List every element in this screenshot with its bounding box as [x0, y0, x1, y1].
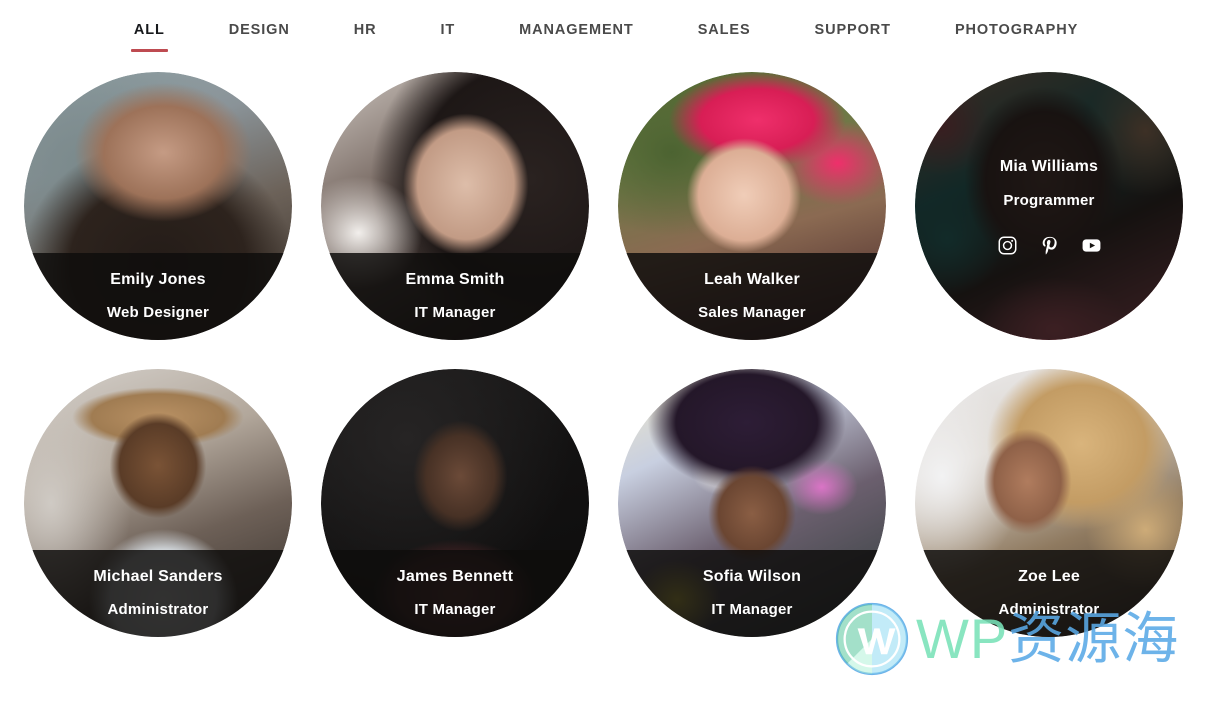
member-name: Michael Sanders	[93, 568, 223, 585]
member-name: Mia Williams	[999, 158, 1099, 175]
member-role: Web Designer	[106, 304, 210, 321]
member-name: Leah Walker	[704, 271, 800, 288]
filter-tab-support[interactable]: SUPPORT	[815, 21, 891, 52]
team-member-card[interactable]: Emma Smith IT ManagerEmma Smith IT Manager	[321, 72, 589, 340]
member-info-band: Michael Sanders Administrator	[24, 550, 292, 637]
team-filter-nav[interactable]: ALL DESIGN HR IT MANAGEMENT SALES SUPPORT PHOTO…	[0, 0, 1212, 72]
member-name: Emma Smith	[405, 271, 505, 288]
member-role: IT Manager	[414, 304, 496, 321]
member-hover-overlay: Mia Williams Programmer	[915, 72, 1183, 340]
member-role: Programmer	[1003, 192, 1095, 209]
pinterest-icon[interactable]	[1036, 232, 1062, 258]
member-social-links	[994, 232, 1104, 258]
filter-tab-it[interactable]: IT	[440, 21, 455, 52]
team-member-card[interactable]: Leah Walker Sales ManagerLeah Walker Sales…	[618, 72, 886, 340]
member-role: Sales Manager	[698, 304, 806, 321]
member-role: IT Manager	[414, 601, 496, 618]
filter-tab-photography[interactable]: PHOTOGRAPHY	[955, 21, 1078, 52]
member-info-band: Emily Jones Web Designer	[24, 253, 292, 340]
filter-tab-hr[interactable]: HR	[354, 21, 377, 52]
team-member-card[interactable]: Michael Sanders AdministratorMichael Sand…	[24, 369, 292, 637]
team-member-card[interactable]: Zoe Lee AdministratorZoe Lee Administrator	[915, 369, 1183, 637]
filter-tab-management[interactable]: MANAGEMENT	[519, 21, 634, 52]
member-role: Administrator	[107, 601, 209, 618]
member-name: James Bennett	[396, 568, 514, 585]
member-info-band: Sofia Wilson IT Manager	[618, 550, 886, 637]
member-info-band: Leah Walker Sales Manager	[618, 253, 886, 340]
member-info-band: Zoe Lee Administrator	[915, 550, 1183, 637]
member-name: Zoe Lee	[1018, 568, 1080, 585]
team-member-card[interactable]: Sofia Wilson IT ManagerSofia Wilson IT Man…	[618, 369, 886, 637]
member-role: IT Manager	[711, 601, 793, 618]
member-info-band: James Bennett IT Manager	[321, 550, 589, 637]
member-role: Administrator	[998, 601, 1100, 618]
member-name: Emily Jones	[110, 271, 206, 288]
filter-tab-all[interactable]: ALL	[130, 21, 168, 52]
team-member-grid: Emily Jones Web DesignerEmily Jones Web De…	[0, 72, 1212, 637]
filter-tab-sales[interactable]: SALES	[698, 21, 751, 52]
instagram-icon[interactable]	[994, 232, 1020, 258]
member-name: Sofia Wilson	[702, 568, 802, 585]
youtube-icon[interactable]	[1078, 232, 1104, 258]
filter-tab-design[interactable]: DESIGN	[229, 21, 290, 52]
member-info-band: Emma Smith IT Manager	[321, 253, 589, 340]
team-member-card[interactable]: Mia Williams ProgrammerMia Williams Progra…	[915, 72, 1183, 340]
team-member-card[interactable]: James Bennett IT ManagerJames Bennett IT M…	[321, 369, 589, 637]
team-member-card[interactable]: Emily Jones Web DesignerEmily Jones Web De…	[24, 72, 292, 340]
